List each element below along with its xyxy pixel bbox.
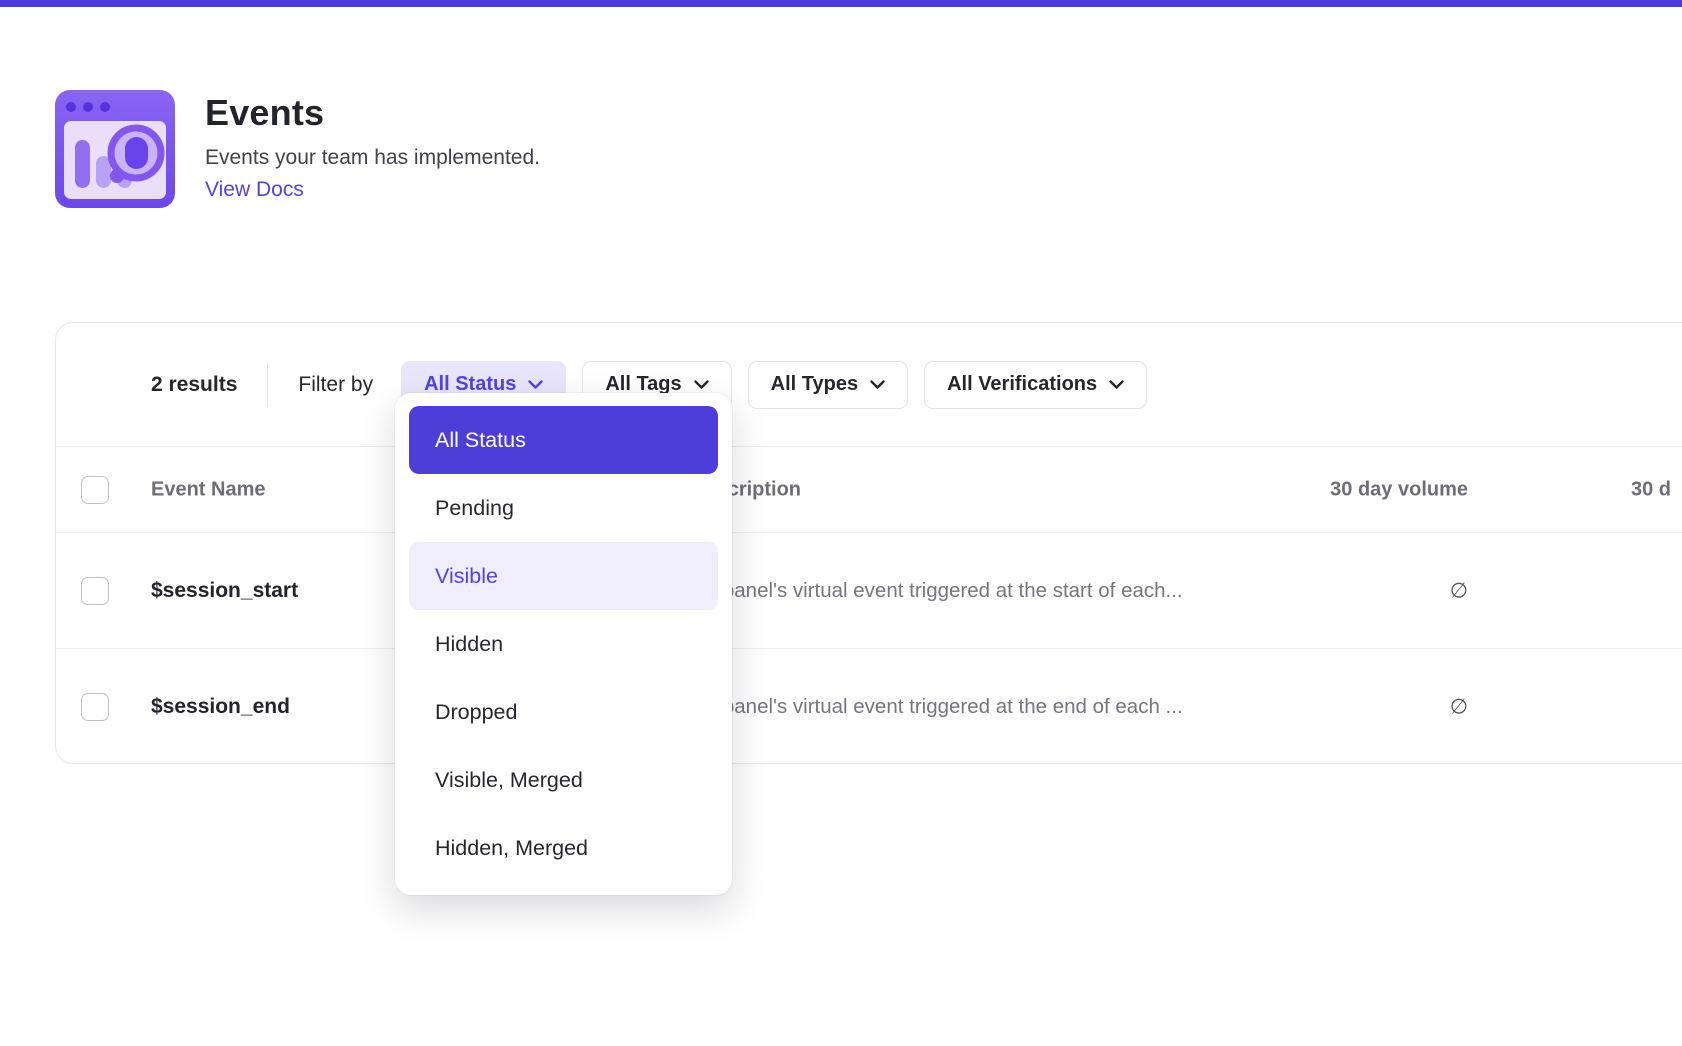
select-all-checkbox[interactable] — [81, 476, 109, 504]
status-option-visible[interactable]: Visible — [409, 542, 718, 610]
page-header: Events Events your team has implemented.… — [55, 90, 540, 208]
chevron-down-icon — [694, 380, 709, 389]
chevron-down-icon — [1109, 380, 1124, 389]
status-option-hidden-merged[interactable]: Hidden, Merged — [409, 814, 718, 882]
chevron-down-icon — [870, 380, 885, 389]
event-30-day-volume: ∅ — [1256, 695, 1468, 720]
table-row[interactable]: $session_start Mixpanel's virtual event … — [56, 533, 1682, 649]
column-header-30-day-volume[interactable]: 30 day volume — [1256, 478, 1468, 501]
view-docs-link[interactable]: View Docs — [205, 178, 304, 202]
magnifier-glyph — [111, 128, 161, 178]
chevron-down-icon — [528, 380, 543, 389]
event-description: Mixpanel's virtual event triggered at th… — [691, 579, 1183, 603]
row-checkbox[interactable] — [81, 693, 109, 721]
status-option-hidden[interactable]: Hidden — [409, 610, 718, 678]
event-30-day-volume: ∅ — [1256, 578, 1468, 603]
event-description: Mixpanel's virtual event triggered at th… — [691, 695, 1183, 719]
page-title: Events — [205, 92, 540, 134]
status-option-all-status[interactable]: All Status — [409, 406, 718, 474]
events-table-card: 2 results Filter by All Status All Tags … — [55, 322, 1682, 764]
filter-all-verifications[interactable]: All Verifications — [924, 361, 1147, 409]
results-count: 2 results — [151, 373, 237, 397]
filter-all-types[interactable]: All Types — [748, 361, 908, 409]
table-header-row: Event Name Description 30 day volume 30 … — [56, 446, 1682, 533]
top-accent-bar — [0, 0, 1682, 7]
column-header-event-name[interactable]: Event Name — [151, 478, 266, 501]
event-name[interactable]: $session_end — [151, 695, 290, 719]
filter-by-label: Filter by — [298, 373, 373, 397]
event-name[interactable]: $session_start — [151, 579, 298, 603]
page-subtitle: Events your team has implemented. — [205, 146, 540, 170]
filter-all-types-label: All Types — [771, 373, 858, 396]
status-option-pending[interactable]: Pending — [409, 474, 718, 542]
row-checkbox[interactable] — [81, 577, 109, 605]
events-app-icon — [55, 90, 175, 208]
column-header-clipped[interactable]: 30 d — [1631, 478, 1671, 501]
filter-bar: 2 results Filter by All Status All Tags … — [56, 323, 1682, 446]
table-row[interactable]: $session_end Mixpanel's virtual event tr… — [56, 649, 1682, 765]
status-option-dropped[interactable]: Dropped — [409, 678, 718, 746]
status-dropdown-menu: All Status Pending Visible Hidden Droppe… — [395, 393, 732, 895]
filter-divider — [267, 363, 268, 407]
filter-all-verifications-label: All Verifications — [947, 373, 1097, 396]
status-option-visible-merged[interactable]: Visible, Merged — [409, 746, 718, 814]
